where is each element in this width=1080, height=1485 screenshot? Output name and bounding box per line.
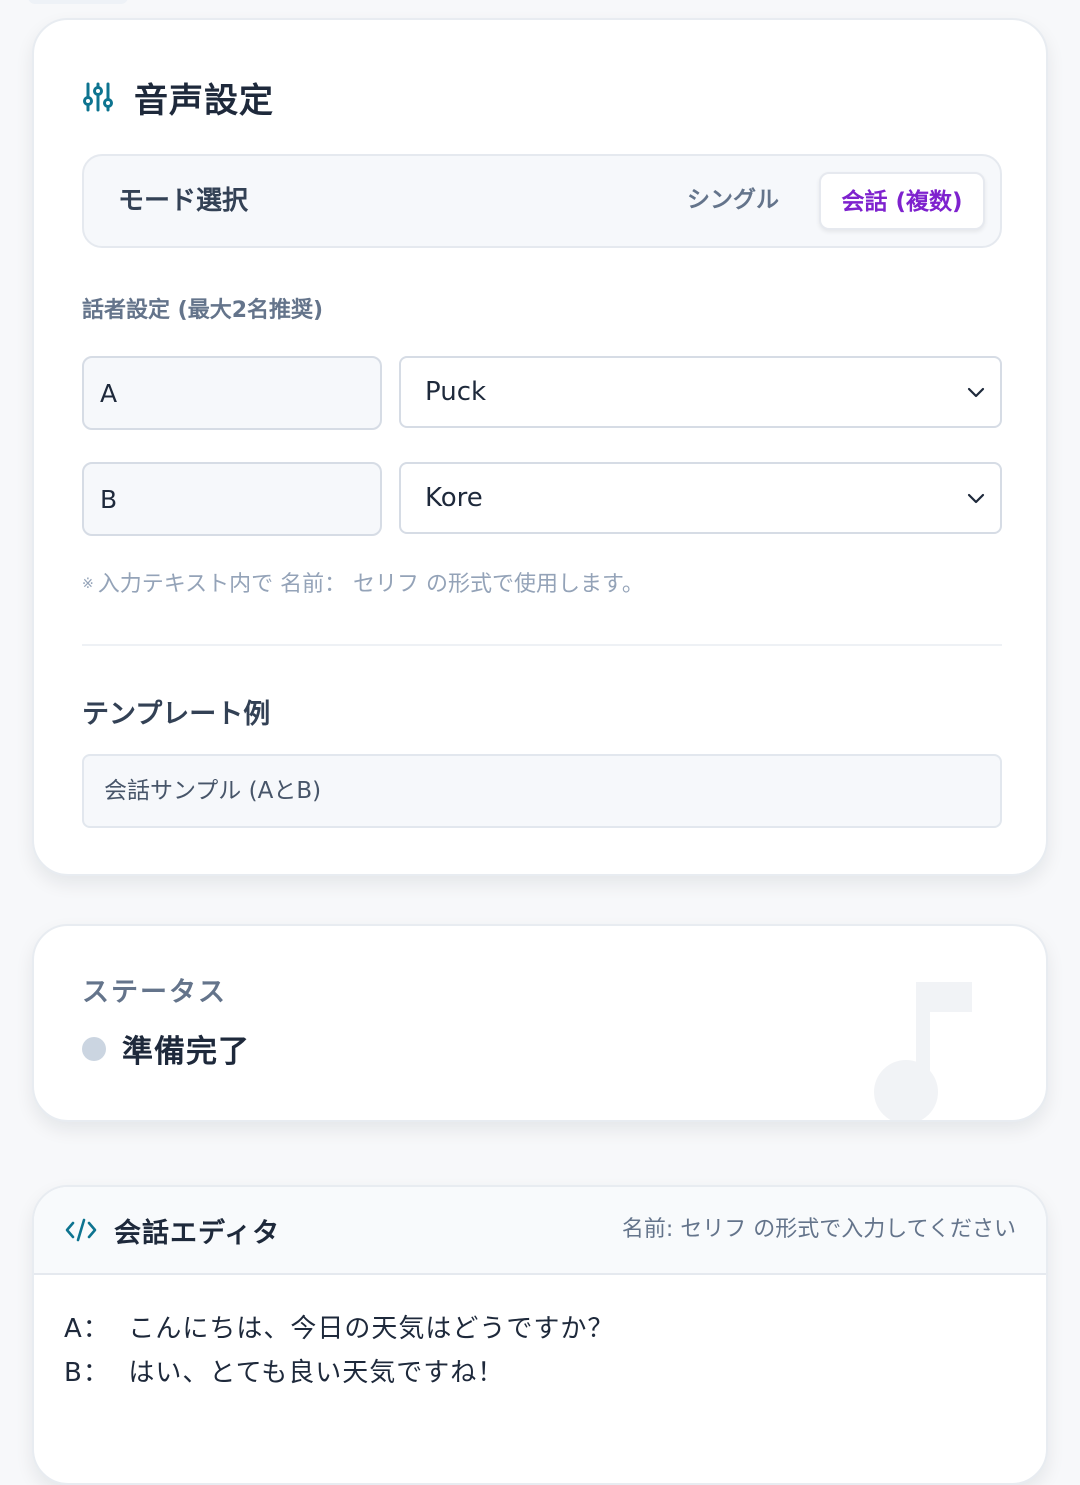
- speaker-b-voice-select[interactable]: Kore: [399, 462, 1002, 534]
- speaker-a-voice-select[interactable]: Puck: [399, 356, 1002, 428]
- mode-label: モード選択: [118, 186, 249, 216]
- status-text: 準備完了: [122, 1034, 250, 1070]
- speaker-settings-heading: 話者設定 (最大2名推奨): [82, 298, 324, 323]
- music-note-icon: [874, 982, 972, 1120]
- sliders-icon: [83, 82, 113, 112]
- speaker-format-hint: ※ 入力テキスト内で 名前： セリフ の形式で使用します。: [82, 566, 644, 598]
- editor-header: 会話エディタ 名前: セリフ の形式で入力してください: [34, 1187, 1046, 1275]
- speaker-a-voice-value: Puck: [425, 377, 487, 407]
- mode-conversation-button[interactable]: 会話 (複数): [819, 172, 985, 230]
- editor-title-group: 会話エディタ: [64, 1187, 280, 1273]
- chevron-down-icon: [967, 387, 985, 398]
- voice-settings-header: 音声設定: [82, 72, 274, 122]
- mode-single-button[interactable]: シングル: [668, 172, 798, 228]
- chevron-down-icon: [967, 493, 985, 504]
- status-dot: [82, 1036, 106, 1061]
- status-heading: ステータス: [82, 977, 227, 1008]
- editor-line: B： はい、とても良い天気ですね！: [64, 1358, 505, 1388]
- code-icon: [65, 1218, 97, 1242]
- previous-card-edge: [28, 0, 128, 4]
- speaker-format-hint-text: 入力テキスト内で 名前： セリフ の形式で使用します。: [97, 572, 644, 597]
- editor-format-hint: 名前: セリフ の形式で入力してください: [621, 1217, 1016, 1242]
- conversation-editor-card: 会話エディタ 名前: セリフ の形式で入力してください A： こんにちは、今日の…: [32, 1185, 1048, 1485]
- note-mark: ※: [82, 576, 94, 592]
- speaker-b-voice-value: Kore: [425, 483, 483, 513]
- conversation-textarea[interactable]: A： こんにちは、今日の天気はどうですか？ B： はい、とても良い天気ですね！: [64, 1307, 614, 1395]
- editor-title: 会話エディタ: [114, 1217, 281, 1249]
- speaker-b-name-input[interactable]: [82, 462, 382, 536]
- template-select[interactable]: 会話サンプル (AとB): [82, 754, 1002, 828]
- mode-selector: モード選択 シングル 会話 (複数): [82, 154, 1002, 248]
- template-heading: テンプレート例: [82, 699, 271, 730]
- status-row: 準備完了: [82, 1026, 250, 1071]
- voice-settings-title: 音声設定: [134, 80, 274, 121]
- voice-settings-card: 音声設定 モード選択 シングル 会話 (複数) 話者設定 (最大2名推奨) Pu…: [32, 18, 1048, 876]
- editor-line: A： こんにちは、今日の天気はどうですか？: [64, 1314, 615, 1344]
- status-card: ステータス 準備完了: [32, 924, 1048, 1122]
- speaker-a-name-input[interactable]: [82, 356, 382, 430]
- divider: [82, 644, 1002, 646]
